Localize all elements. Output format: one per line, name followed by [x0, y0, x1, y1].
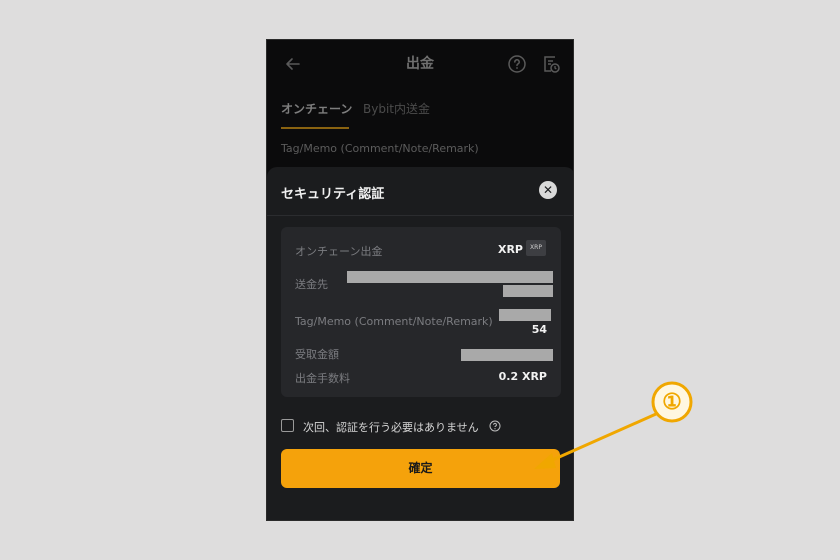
xrp-coin-icon: XRP	[526, 240, 546, 256]
tab-bybit-transfer[interactable]: Bybit内送金	[363, 100, 430, 117]
onchain-withdraw-label: オンチェーン出金	[295, 245, 383, 258]
received-amount-redacted	[461, 349, 553, 361]
history-document-icon[interactable]	[541, 54, 561, 74]
withdrawal-summary-card: オンチェーン出金 XRP XRP 送金先 Tag/Memo (Comment/N…	[281, 227, 561, 397]
withdrawal-fee-value: 0.2 XRP	[498, 370, 547, 383]
skip-verification-checkbox[interactable]	[281, 419, 294, 432]
tag-memo-label: Tag/Memo (Comment/Note/Remark)	[295, 315, 493, 328]
security-verification-modal: セキュリティ認証 ✕ オンチェーン出金 XRP XRP 送金先 Tag/Memo…	[267, 167, 573, 520]
destination-address-redacted	[347, 271, 553, 283]
modal-divider	[267, 215, 573, 216]
skip-verification-label[interactable]: 次回、認証を行う必要はありません	[303, 419, 479, 435]
coin-value: XRP	[497, 243, 523, 256]
header: 出金	[267, 40, 573, 88]
destination-address-redacted-2	[503, 285, 553, 297]
modal-title: セキュリティ認証	[281, 187, 385, 202]
active-tab-indicator	[281, 127, 349, 129]
confirm-button[interactable]: 確定	[281, 449, 560, 488]
page-title: 出金	[406, 56, 434, 72]
question-circle-icon[interactable]	[489, 420, 501, 432]
tab-onchain[interactable]: オンチェーン	[281, 100, 352, 117]
tag-memo-field-label: Tag/Memo (Comment/Note/Remark)	[281, 142, 479, 155]
destination-label: 送金先	[295, 278, 328, 291]
step-number-badge: ①	[662, 389, 682, 415]
withdrawal-fee-label: 出金手数料	[295, 372, 350, 385]
question-circle-icon[interactable]	[507, 54, 527, 74]
tag-memo-redacted	[499, 309, 551, 321]
close-icon[interactable]: ✕	[539, 181, 557, 199]
received-amount-label: 受取金額	[295, 348, 339, 361]
tag-memo-value: 54	[531, 323, 547, 336]
phone-screen: 出金 オンチェーン Bybit内送金 Tag/Memo (Comment/Not…	[266, 39, 574, 521]
